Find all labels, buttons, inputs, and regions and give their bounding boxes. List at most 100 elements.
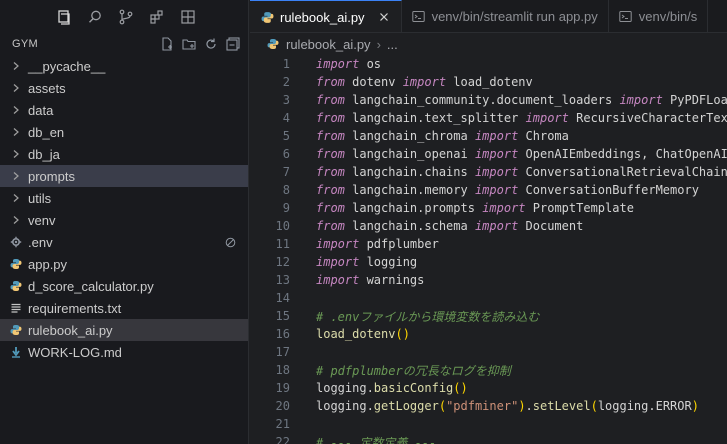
tree-item-label: db_en: [28, 124, 65, 140]
refresh-icon[interactable]: [202, 35, 220, 53]
line-number: 3: [282, 93, 290, 107]
explorer-sidebar: GYM __pycache__ assets data db_en db_ja …: [0, 0, 249, 444]
line-number: 20: [275, 399, 290, 413]
line-number: 11: [275, 237, 290, 251]
code-line: 18 # pdfplumberの冗長なログを抑制: [250, 361, 727, 379]
collapse-all-icon[interactable]: [224, 35, 242, 53]
file-rulebook-ai-py[interactable]: rulebook_ai.py: [0, 319, 248, 341]
tree-item-label: assets: [28, 80, 66, 96]
chevron-right-icon: [8, 83, 24, 93]
line-number: 6: [282, 147, 290, 161]
folder-data[interactable]: data: [0, 99, 248, 121]
line-number: 13: [275, 273, 290, 287]
python-file-icon: [8, 280, 24, 292]
code-line: 1 import os: [250, 55, 727, 73]
source-control-icon[interactable]: [110, 0, 141, 33]
file-app-py[interactable]: app.py: [0, 253, 248, 275]
terminal-icon: [412, 10, 426, 24]
chevron-right-icon: [8, 149, 24, 159]
explorer-icon[interactable]: [48, 0, 79, 33]
explorer-root-header[interactable]: GYM: [0, 33, 248, 55]
breadcrumb-symbols[interactable]: ...: [387, 37, 398, 52]
line-number: 17: [275, 345, 290, 359]
python-file-icon: [8, 258, 24, 270]
editor-tab-bar: rulebook_ai.py venv/bin/streamlit run ap…: [250, 0, 727, 33]
code-editor[interactable]: 1 import os 2 from dotenv import load_dote…: [250, 55, 727, 444]
code-line: 19 logging.basicConfig(): [250, 379, 727, 397]
new-file-icon[interactable]: [158, 35, 176, 53]
code-line: 14: [250, 289, 727, 307]
folder-prompts[interactable]: prompts: [0, 165, 248, 187]
folder-pycache[interactable]: __pycache__: [0, 55, 248, 77]
editor-area: rulebook_ai.py venv/bin/streamlit run ap…: [250, 0, 727, 444]
line-number: 16: [275, 327, 290, 341]
code-line: 4 from langchain.text_splitter import Rec…: [250, 109, 727, 127]
ignored-circle-slash-icon: [225, 237, 236, 248]
tree-item-label: db_ja: [28, 146, 60, 162]
code-line: 5 from langchain_chroma import Chroma: [250, 127, 727, 145]
tab-label: venv/bin/streamlit run app.py: [431, 9, 598, 24]
code-line: 8 from langchain.memory import Conversati…: [250, 181, 727, 199]
tree-item-label: prompts: [28, 168, 75, 184]
text-file-icon: [8, 302, 24, 314]
tree-item-label: WORK-LOG.md: [28, 344, 122, 360]
folder-db-ja[interactable]: db_ja: [0, 143, 248, 165]
code-line: 10 from langchain.schema import Document: [250, 217, 727, 235]
new-folder-icon[interactable]: [180, 35, 198, 53]
line-number: 8: [282, 183, 290, 197]
chevron-right-icon: [8, 105, 24, 115]
python-file-icon: [260, 10, 274, 24]
tab-terminal-streamlit[interactable]: venv/bin/streamlit run app.py: [402, 0, 609, 32]
tree-item-label: app.py: [28, 256, 68, 272]
folder-utils[interactable]: utils: [0, 187, 248, 209]
line-number: 18: [275, 363, 290, 377]
code-line: 12 import logging: [250, 253, 727, 271]
code-line: 20 logging.getLogger("pdfminer").setLevel…: [250, 397, 727, 415]
extensions-icon[interactable]: [141, 0, 172, 33]
search-icon[interactable]: [79, 0, 110, 33]
tree-item-label: .env: [28, 234, 53, 250]
tab-rulebook-ai-py[interactable]: rulebook_ai.py: [250, 0, 402, 32]
chevron-right-icon: [8, 61, 24, 71]
line-number: 9: [282, 201, 290, 215]
tree-item-label: data: [28, 102, 54, 118]
tree-item-label: utils: [28, 190, 52, 206]
code-line: 6 from langchain_openai import OpenAIEmbe…: [250, 145, 727, 163]
folder-db-en[interactable]: db_en: [0, 121, 248, 143]
file-env[interactable]: .env: [0, 231, 248, 253]
chevron-right-icon: [8, 215, 24, 225]
workspace-root-label: GYM: [12, 38, 38, 50]
line-number: 4: [282, 111, 290, 125]
line-number: 2: [282, 75, 290, 89]
file-requirements-txt[interactable]: requirements.txt: [0, 297, 248, 319]
chevron-right-icon: [8, 171, 24, 181]
close-icon[interactable]: [377, 10, 391, 24]
line-number: 22: [275, 435, 290, 444]
tree-item-label: requirements.txt: [28, 300, 122, 316]
code-line: 22 # --- 定数定義 ---: [250, 433, 727, 444]
python-file-icon: [8, 324, 24, 336]
breadcrumb-file[interactable]: rulebook_ai.py: [286, 37, 371, 52]
line-number: 7: [282, 165, 290, 179]
terminal-icon: [619, 10, 633, 24]
folder-assets[interactable]: assets: [0, 77, 248, 99]
tree-item-label: d_score_calculator.py: [28, 278, 154, 294]
tab-terminal-streamlit-2[interactable]: venv/bin/s: [609, 0, 709, 32]
gear-icon: [8, 236, 24, 248]
python-file-icon: [266, 37, 280, 51]
tree-item-label: venv: [28, 212, 56, 228]
grid-icon[interactable]: [172, 0, 203, 33]
folder-venv[interactable]: venv: [0, 209, 248, 231]
code-line: 2 from dotenv import load_dotenv: [250, 73, 727, 91]
file-work-log-md[interactable]: WORK-LOG.md: [0, 341, 248, 363]
chevron-right-icon: [8, 127, 24, 137]
code-line: 15 # .envファイルから環境変数を読み込む: [250, 307, 727, 325]
code-line: 17: [250, 343, 727, 361]
breadcrumb: rulebook_ai.py › ...: [250, 33, 727, 55]
chevron-right-icon: [8, 193, 24, 203]
markdown-file-icon: [8, 346, 24, 358]
line-number: 15: [275, 309, 290, 323]
tab-label: rulebook_ai.py: [280, 9, 365, 25]
code-line: 9 from langchain.prompts import PromptTem…: [250, 199, 727, 217]
file-d-score-calculator-py[interactable]: d_score_calculator.py: [0, 275, 248, 297]
